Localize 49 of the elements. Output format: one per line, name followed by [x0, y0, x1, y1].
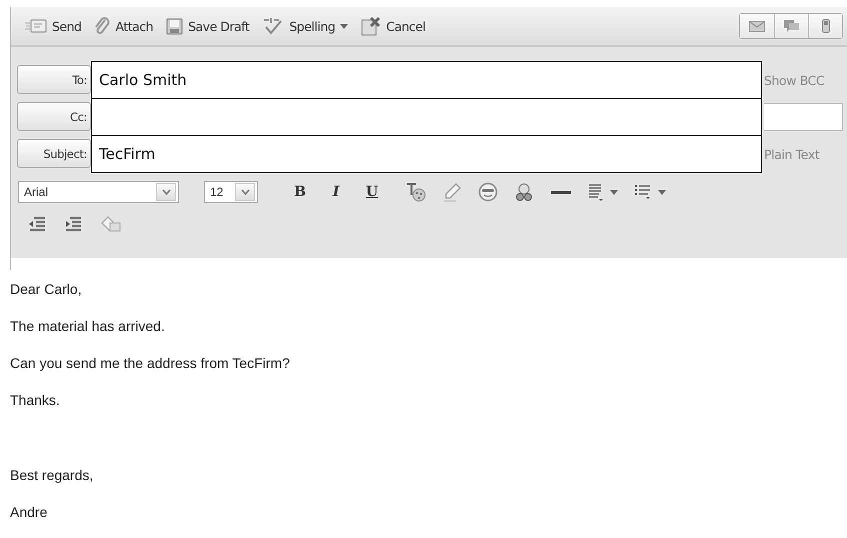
- emoticon-icon[interactable]: [514, 182, 534, 202]
- spellcheck-icon: [262, 17, 284, 35]
- message-line: Can you send me the address from TecFirm?: [10, 354, 291, 373]
- list-icon[interactable]: [634, 182, 652, 202]
- message-line: Dear Carlo,: [10, 280, 83, 299]
- phone-mode-button[interactable]: [808, 14, 842, 38]
- chevron-icon: [235, 183, 255, 201]
- caret-icon: [340, 24, 348, 28]
- paperclip-icon: [94, 17, 110, 35]
- input-field-extension[interactable]: [764, 103, 843, 131]
- italic-button[interactable]: I: [318, 184, 354, 200]
- smiley-icon[interactable]: [478, 182, 498, 202]
- chat-icon: [784, 20, 799, 32]
- message-body[interactable]: Dear Carlo, The material has arrived. Can you send me the address from TecFirm? Thanks. Best regards, Andre: [0, 270, 847, 538]
- caret-icon[interactable]: [610, 190, 618, 194]
- underline-button[interactable]: U: [354, 184, 390, 200]
- message-line: Best regards,: [10, 466, 94, 485]
- bold-button[interactable]: B: [282, 184, 318, 200]
- caret-icon[interactable]: [658, 190, 666, 194]
- message-line: Thanks.: [10, 391, 61, 410]
- align-dropdown-button[interactable]: [588, 182, 618, 202]
- align-icon[interactable]: [588, 182, 604, 202]
- input-field[interactable]: TecFirm: [91, 135, 762, 173]
- spelling-button[interactable]: Spelling: [262, 17, 354, 35]
- save-button[interactable]: Save Draft: [166, 18, 256, 34]
- outdent-icon[interactable]: [28, 216, 46, 232]
- cancel-button[interactable]: Cancel: [361, 16, 432, 36]
- cancel-icon: [361, 16, 382, 36]
- list-dropdown-button[interactable]: [634, 182, 666, 202]
- indent-icon[interactable]: [64, 216, 82, 232]
- field-label-button[interactable]: To:: [17, 65, 91, 94]
- message-line: Andre: [10, 503, 48, 522]
- font-size-select[interactable]: 12: [204, 181, 258, 203]
- text-color-icon[interactable]: [406, 182, 426, 202]
- field-label-button[interactable]: Subject:: [17, 139, 91, 168]
- highlighter-icon[interactable]: [442, 182, 462, 202]
- message-line: The material has arrived.: [10, 317, 166, 336]
- email-mode-button[interactable]: [740, 14, 774, 38]
- send-icon: [25, 19, 47, 33]
- font-select[interactable]: Arial: [18, 181, 179, 203]
- send-button[interactable]: Send: [25, 18, 88, 34]
- input-field[interactable]: [91, 98, 762, 136]
- chat-mode-button[interactable]: [774, 14, 808, 38]
- field-label-button[interactable]: Cc:: [17, 102, 91, 131]
- envelope-icon: [749, 20, 765, 32]
- phone-icon: [822, 19, 830, 33]
- attach-button[interactable]: Attach: [94, 17, 160, 35]
- chevron-icon: [156, 183, 176, 201]
- input-field[interactable]: Carlo Smith: [91, 61, 762, 99]
